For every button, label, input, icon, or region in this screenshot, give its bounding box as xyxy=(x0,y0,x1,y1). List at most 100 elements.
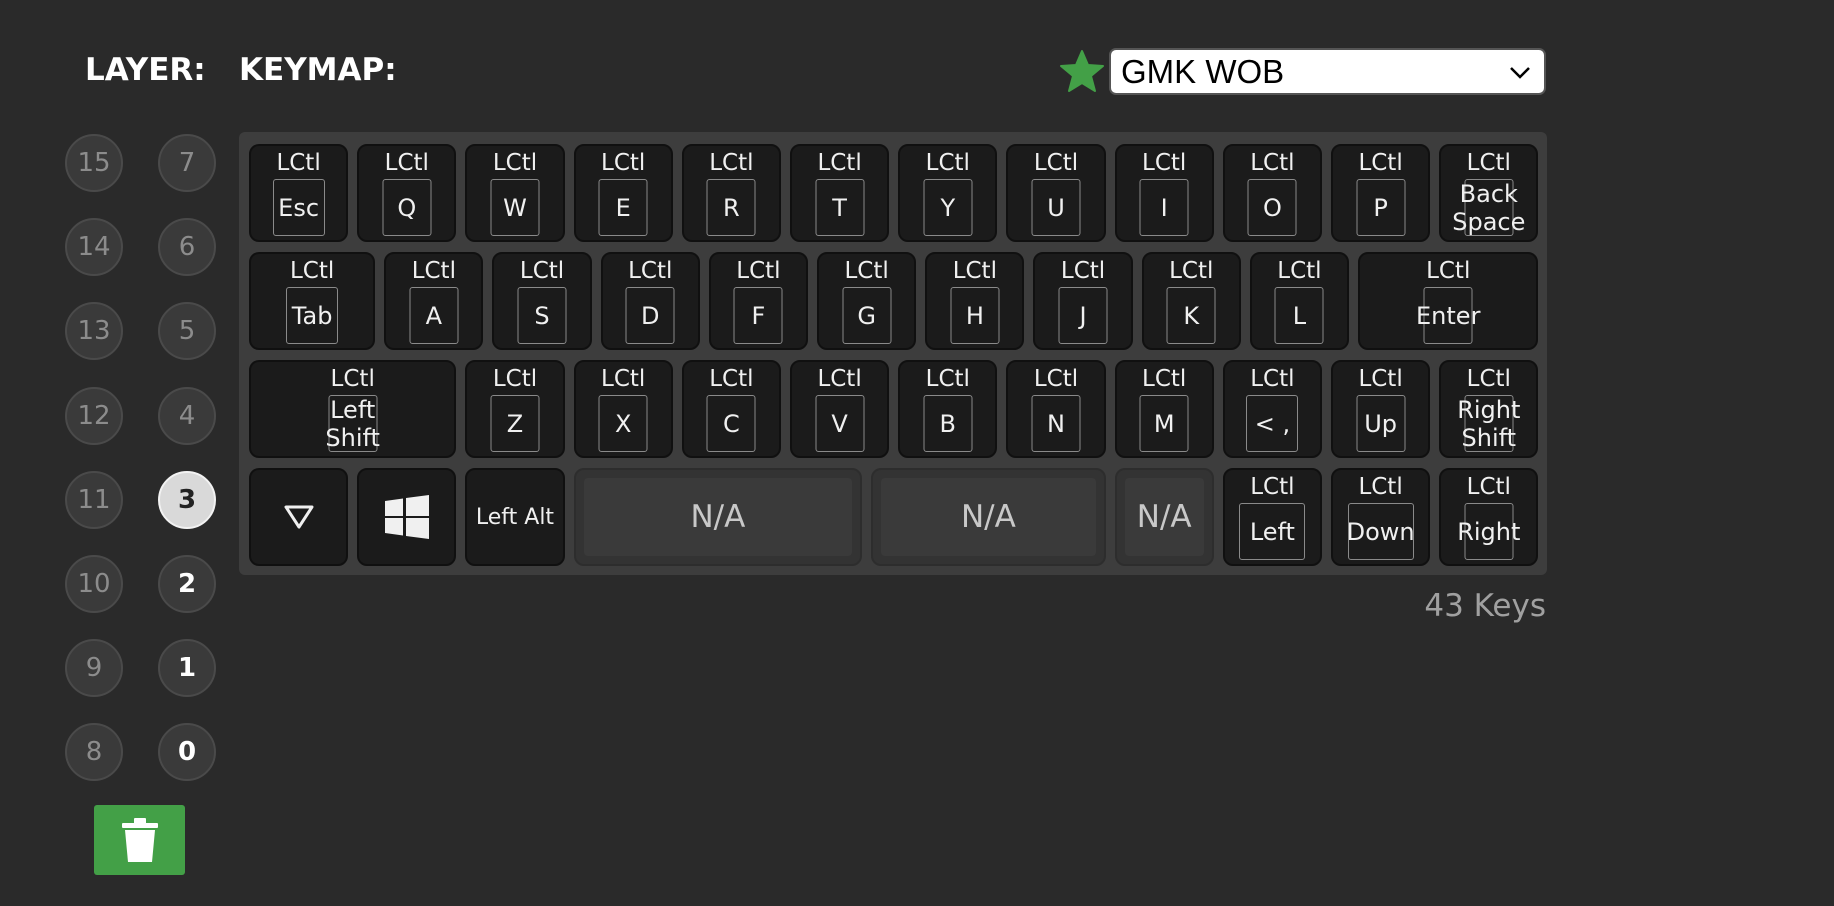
key[interactable]: LCtl M xyxy=(1114,360,1214,458)
key[interactable]: LCtl H xyxy=(925,252,1025,350)
layer-button-5[interactable]: 5 xyxy=(158,302,216,361)
key[interactable]: LCtl I xyxy=(1114,144,1214,242)
key[interactable]: LCtl E xyxy=(573,144,673,242)
key-modifier: LCtl xyxy=(1358,474,1403,500)
layer-button-1[interactable]: 1 xyxy=(158,639,216,698)
key[interactable]: LCtl Left xyxy=(1222,468,1322,566)
key-label: Left Alt xyxy=(475,504,555,530)
windows-icon xyxy=(359,470,454,564)
key-modifier: LCtl xyxy=(384,150,429,176)
key-label: Q xyxy=(382,179,432,236)
layer-button-6[interactable]: 6 xyxy=(158,218,216,277)
profile-select-value: GMK WOB xyxy=(1121,52,1285,90)
key[interactable]: LCtl R xyxy=(681,144,781,242)
key[interactable]: LCtl N xyxy=(1006,360,1106,458)
key-modifier: LCtl xyxy=(1466,474,1511,500)
layer-button-13[interactable]: 13 xyxy=(65,302,123,361)
key[interactable]: LCtl D xyxy=(600,252,700,350)
key[interactable]: Left Alt xyxy=(465,468,565,566)
key[interactable]: LCtl Enter xyxy=(1358,252,1539,350)
key[interactable]: LCtl Down xyxy=(1331,468,1431,566)
layer-button-4[interactable]: 4 xyxy=(158,386,216,445)
key[interactable]: LCtl F xyxy=(708,252,809,350)
key-modifier: LCtl xyxy=(1466,150,1511,176)
layer-button-11[interactable]: 11 xyxy=(65,470,123,529)
layer-button-10[interactable]: 10 xyxy=(65,555,123,613)
chevron-down-icon xyxy=(1510,67,1530,79)
key-label: O xyxy=(1247,179,1297,236)
key-label: N/A xyxy=(960,499,1016,535)
key-modifier: LCtl xyxy=(952,258,997,284)
key-label: T xyxy=(815,179,865,236)
key[interactable]: LCtl Right Shift xyxy=(1439,360,1539,458)
key-modifier: LCtl xyxy=(330,366,375,392)
key[interactable] xyxy=(357,468,457,566)
key[interactable]: LCtl A xyxy=(384,252,484,350)
layer-button-3[interactable]: 3 xyxy=(158,470,216,529)
key[interactable]: LCtl Left Shift xyxy=(249,360,457,458)
key-modifier: LCtl xyxy=(1250,474,1295,500)
key-modifier: LCtl xyxy=(519,258,565,284)
key-modifier: LCtl xyxy=(817,366,862,392)
layer-button-2[interactable]: 2 xyxy=(158,555,216,613)
key-modifier: LCtl xyxy=(1033,366,1079,392)
key[interactable]: LCtl X xyxy=(573,360,673,458)
key[interactable]: LCtl P xyxy=(1331,144,1431,242)
key-label: Left Shift xyxy=(325,395,380,452)
key-label: R xyxy=(706,179,756,236)
key[interactable]: LCtl Q xyxy=(357,144,457,242)
key-label: Left xyxy=(1239,503,1306,560)
layer-button-9[interactable]: 9 xyxy=(65,639,123,698)
keymap-heading: KEYMAP: xyxy=(239,52,397,88)
keymap-profile-select[interactable]: GMK WOB xyxy=(1109,48,1546,95)
key-label: L xyxy=(1274,287,1324,344)
key-label: N/A xyxy=(690,499,746,535)
key-modifier: LCtl xyxy=(1142,150,1187,176)
layer-button-8[interactable]: 8 xyxy=(65,723,123,782)
key-label: U xyxy=(1031,179,1081,236)
key[interactable]: N/A xyxy=(573,468,863,566)
key-label: M xyxy=(1139,395,1189,452)
key-label: Up xyxy=(1356,395,1406,452)
key[interactable]: N/A xyxy=(871,468,1106,566)
key[interactable]: LCtl Esc xyxy=(249,144,349,242)
key[interactable]: LCtl Z xyxy=(465,360,565,458)
layer-button-0[interactable]: 0 xyxy=(158,723,216,782)
layer-button-12[interactable]: 12 xyxy=(65,386,123,445)
key[interactable]: LCtl L xyxy=(1249,252,1350,350)
delete-button[interactable] xyxy=(94,805,185,875)
key[interactable]: LCtl U xyxy=(1006,144,1106,242)
key[interactable]: LCtl B xyxy=(898,360,998,458)
favorite-star-icon[interactable] xyxy=(1058,48,1106,96)
key[interactable]: LCtl Up xyxy=(1331,360,1431,458)
key[interactable]: LCtl W xyxy=(465,144,565,242)
key[interactable]: LCtl G xyxy=(817,252,917,350)
key[interactable]: LCtl J xyxy=(1033,252,1133,350)
key[interactable]: LCtl < , xyxy=(1222,360,1322,458)
key[interactable]: LCtl Tab xyxy=(249,252,376,350)
key[interactable]: N/A xyxy=(1114,468,1214,566)
key-modifier: LCtl xyxy=(1426,258,1471,284)
key[interactable]: LCtl T xyxy=(790,144,890,242)
key-modifier: LCtl xyxy=(1169,258,1214,284)
key[interactable]: LCtl K xyxy=(1141,252,1241,350)
key[interactable]: LCtl V xyxy=(790,360,890,458)
key-label: G xyxy=(842,287,892,344)
layer-button-14[interactable]: 14 xyxy=(65,218,123,277)
key-count: 43 Keys xyxy=(1424,588,1546,624)
key-modifier: LCtl xyxy=(492,150,538,176)
key-label: J xyxy=(1058,287,1108,344)
key[interactable]: LCtl O xyxy=(1222,144,1322,242)
key-modifier: LCtl xyxy=(817,150,862,176)
key[interactable]: LCtl C xyxy=(681,360,781,458)
key-modifier: LCtl xyxy=(601,366,646,392)
key[interactable]: LCtl S xyxy=(492,252,592,350)
key[interactable]: LCtl Back Space xyxy=(1439,144,1539,242)
layer-button-15[interactable]: 15 xyxy=(65,134,123,192)
key[interactable] xyxy=(249,468,349,566)
key-label: Down xyxy=(1347,503,1415,560)
key-modifier: LCtl xyxy=(628,258,673,284)
layer-button-7[interactable]: 7 xyxy=(158,134,216,192)
key[interactable]: LCtl Right xyxy=(1439,468,1539,566)
key[interactable]: LCtl Y xyxy=(898,144,998,242)
